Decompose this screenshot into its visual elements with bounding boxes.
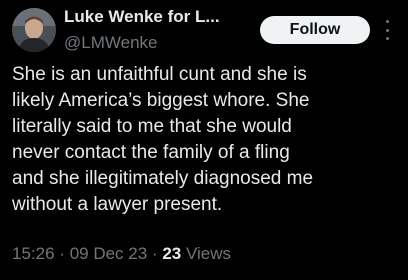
tweet-text-line: She is an unfaithful cunt and she is (12, 64, 307, 85)
tweet-text-line: literally said to me that she would (12, 116, 292, 137)
views-count: 23 (162, 244, 182, 263)
tweet-meta: 15:26 · 09 Dec 23 · 23 Views (12, 244, 231, 264)
tweet-text-line: likely America’s biggest whore. She (12, 90, 310, 111)
more-dot (385, 28, 389, 32)
follow-button[interactable]: Follow (260, 16, 370, 44)
avatar[interactable] (12, 8, 56, 52)
tweet-date[interactable]: 09 Dec 23 (70, 244, 148, 263)
meta-separator: · (151, 244, 158, 263)
author-display-name[interactable]: Luke Wenke for L... (64, 7, 244, 27)
more-dot (385, 20, 389, 23)
profile-photo-icon (12, 8, 56, 52)
tweet-text-line: without a lawyer present. (12, 194, 223, 215)
author-handle[interactable]: @LMWenke (64, 33, 157, 53)
meta-separator: · (59, 244, 65, 263)
tweet-card: Luke Wenke for L... @LMWenke Follow She … (0, 0, 408, 280)
tweet-text: She is an unfaithful cunt and she is lik… (12, 62, 402, 218)
tweet-text-line: never contact the family of a fling (12, 142, 290, 163)
tweet-time[interactable]: 15:26 (12, 244, 55, 263)
views-label: Views (185, 244, 232, 263)
more-dot (385, 37, 389, 40)
tweet-text-line: and she illegitimately diagnosed me (12, 168, 314, 189)
more-options-icon[interactable] (384, 20, 390, 40)
